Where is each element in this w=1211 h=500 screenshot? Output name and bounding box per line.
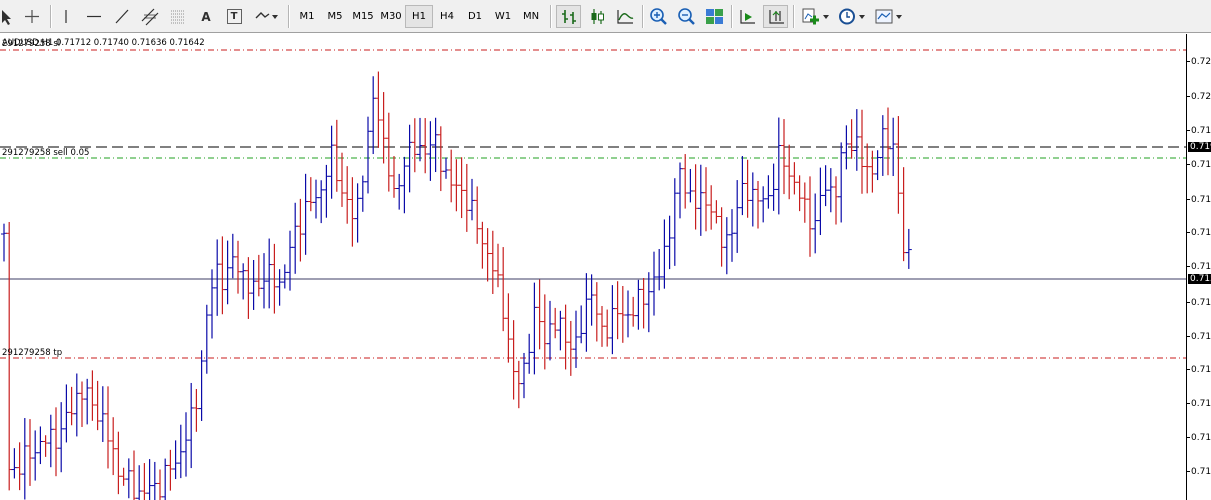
crosshair-button[interactable] <box>21 5 43 28</box>
fibonacci-icon <box>171 10 185 24</box>
bar-chart-canvas <box>0 49 1186 500</box>
bar-chart-icon <box>562 10 576 24</box>
price-label: 0.719 <box>1187 126 1211 136</box>
vertical-line-icon <box>65 10 67 23</box>
candlestick-button[interactable] <box>585 5 610 28</box>
timeframe-m1-label: M1 <box>299 11 315 22</box>
indicators-button[interactable] <box>798 5 831 28</box>
text-label-button[interactable]: T <box>223 5 245 28</box>
order-tp-label: 291279258 tp <box>2 348 63 358</box>
timeframe-m1[interactable]: M1 <box>293 5 321 28</box>
line-chart-icon <box>617 10 634 24</box>
ohlc-header: AUDUSD,H1 0.71712 0.71740 0.71636 0.7164… <box>2 38 205 48</box>
trendline-button[interactable] <box>111 5 133 28</box>
timeframe-w1-label: W1 <box>494 11 512 22</box>
timeframe-m30-label: M30 <box>380 11 402 22</box>
indicators-icon <box>802 8 829 25</box>
cursor-button[interactable] <box>0 5 14 28</box>
price-label: 0.717 <box>1187 228 1211 238</box>
arrow-cursor-icon <box>2 10 11 25</box>
timeframe-h4-label: H4 <box>440 11 454 22</box>
timeframe-mn-label: MN <box>522 11 540 22</box>
price-label: 0.716 <box>1187 262 1211 272</box>
text-tool-button[interactable]: A <box>195 5 217 28</box>
tile-windows-icon <box>706 9 723 24</box>
chart-shift-icon <box>769 10 784 24</box>
entry-price-label: 0.719 <box>1188 142 1211 152</box>
horizontal-line-icon <box>87 15 101 18</box>
templates-icon <box>875 9 902 24</box>
price-label: 0.718 <box>1187 160 1211 170</box>
autoscroll-icon <box>740 10 755 24</box>
zoom-in-icon <box>650 8 667 25</box>
toolbar-separator <box>288 5 290 28</box>
zoom-out-button[interactable] <box>674 5 699 28</box>
price-chart[interactable]: 291279258 sl AUDUSD,H1 0.71712 0.71740 0… <box>0 34 1186 500</box>
timeframe-m15[interactable]: M15 <box>349 5 377 28</box>
price-label: 0.712 <box>1187 433 1211 443</box>
toolbar-separator <box>642 5 644 28</box>
price-label: 0.720 <box>1187 92 1211 102</box>
text-tool-label: A <box>201 9 211 24</box>
price-label: 0.713 <box>1187 399 1211 409</box>
timeframe-h4[interactable]: H4 <box>433 5 461 28</box>
price-label: 0.720 <box>1187 57 1211 67</box>
order-entry-label: 291279258 sell 0.05 <box>2 148 90 158</box>
fibonacci-button[interactable] <box>167 5 189 28</box>
timeframe-m5-label: M5 <box>327 11 343 22</box>
crosshair-icon <box>25 10 39 23</box>
zoom-in-button[interactable] <box>646 5 671 28</box>
timeframe-d1-label: D1 <box>467 11 483 22</box>
timeframe-mn[interactable]: MN <box>517 5 545 28</box>
templates-button[interactable] <box>872 5 905 28</box>
toolbar-separator <box>550 5 552 28</box>
equidistant-channel-icon <box>141 8 159 26</box>
vertical-line-button[interactable] <box>55 5 77 28</box>
horizontal-line-button[interactable] <box>83 5 105 28</box>
autoscroll-button[interactable] <box>735 5 760 28</box>
price-scale[interactable]: 0.720 0.720 0.719 0.719 0.718 0.718 0.71… <box>1186 34 1211 500</box>
toolbar-separator <box>50 5 52 28</box>
text-label-icon: T <box>226 9 242 24</box>
chart-toolbar: A T M1 M5 M15 M30 H1 H4 D1 W1 MN <box>0 0 1211 40</box>
timeframe-d1[interactable]: D1 <box>461 5 489 28</box>
tile-windows-button[interactable] <box>702 5 727 28</box>
shapes-button[interactable] <box>251 5 281 28</box>
timeframe-w1[interactable]: W1 <box>489 5 517 28</box>
current-price-label: 0.715 <box>1188 274 1211 284</box>
price-label: 0.714 <box>1187 365 1211 375</box>
price-label: 0.715 <box>1187 332 1211 342</box>
zoom-out-icon <box>678 8 695 25</box>
line-chart-button[interactable] <box>613 5 638 28</box>
bar-chart-button[interactable] <box>556 5 581 28</box>
periods-button[interactable] <box>835 5 868 28</box>
toolbar-separator <box>793 5 795 28</box>
timeframe-m30[interactable]: M30 <box>377 5 405 28</box>
timeframe-h1[interactable]: H1 <box>405 5 433 28</box>
price-label: 0.715 <box>1187 298 1211 308</box>
candlestick-icon <box>591 9 604 24</box>
periods-clock-icon <box>839 8 865 25</box>
toolbar-separator <box>731 5 733 28</box>
timeframe-m15-label: M15 <box>352 11 374 22</box>
chart-shift-button[interactable] <box>763 5 788 28</box>
channel-button[interactable] <box>139 5 161 28</box>
timeframe-m5[interactable]: M5 <box>321 5 349 28</box>
ohlc-bars <box>1 71 912 500</box>
shapes-icon <box>255 12 278 19</box>
trendline-icon <box>115 9 129 24</box>
price-label: 0.711 <box>1187 467 1211 477</box>
price-label: 0.718 <box>1187 195 1211 205</box>
timeframe-h1-label: H1 <box>412 11 426 22</box>
